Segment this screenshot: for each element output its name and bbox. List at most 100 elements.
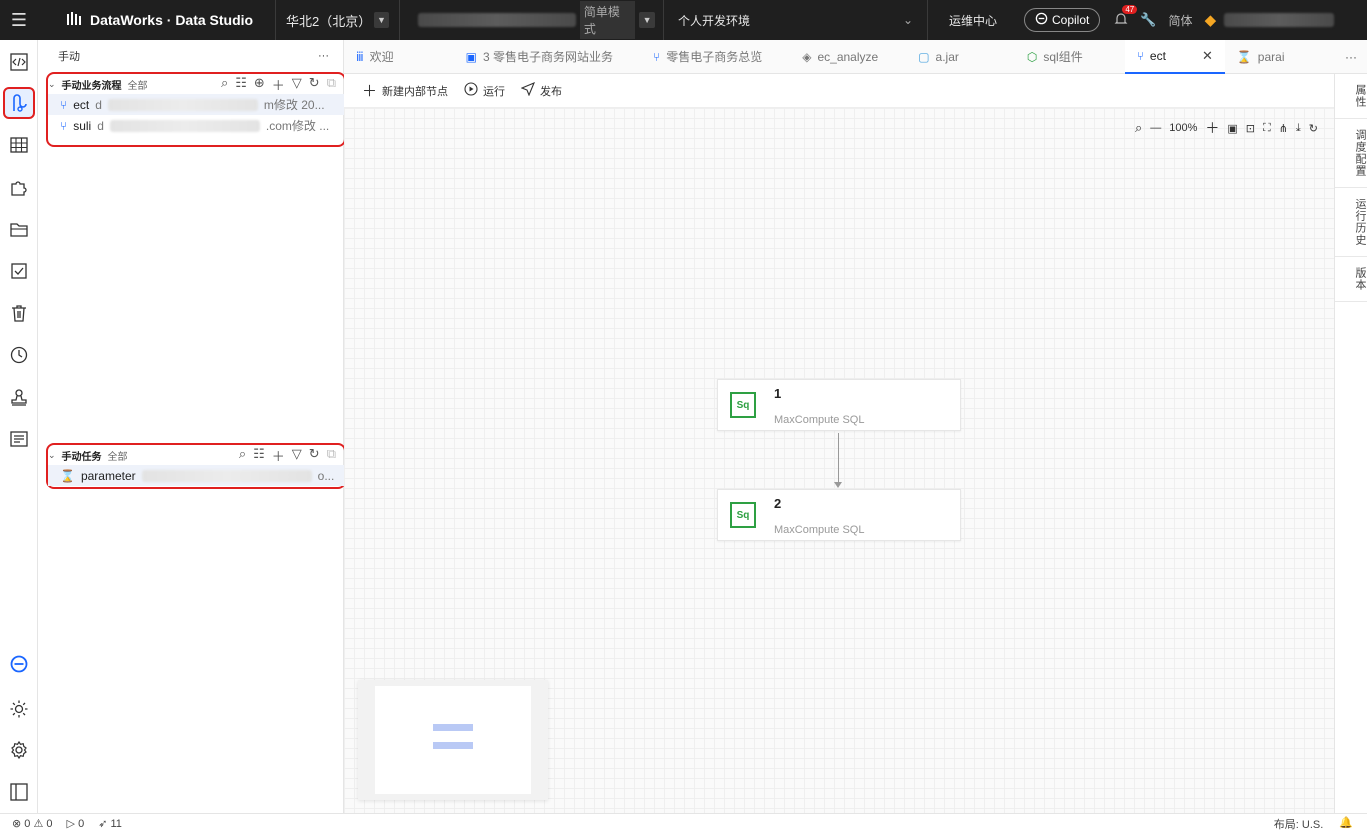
more-tabs-icon[interactable]: ··· [1345,50,1367,64]
manual-workflow-icon[interactable] [3,87,35,119]
environment-selector[interactable]: 个人开发环境 ⌄ [664,0,928,40]
workflow-node[interactable]: Sq 2 MaxCompute SQL [717,489,961,541]
tab-label: ec_analyze [817,49,879,64]
diamond-icon[interactable]: ◆ [1205,11,1217,29]
section-header[interactable]: ⌄ 手动业务流程 全部 ⌕ ☷ ⊕ ＋ ▽ ↻ ⧉ [48,74,344,94]
workflow-node[interactable]: Sq 1 MaxCompute SQL [717,379,961,431]
copilot-icon [1035,12,1048,28]
version-tab[interactable]: 版本 [1335,257,1367,302]
collapse-panel-icon[interactable] [7,780,31,804]
collapse-all-icon[interactable]: ⧉ [327,446,336,465]
new-internal-node-button[interactable]: ＋ 新建内部节点 [362,80,448,101]
locate-icon[interactable]: ⊕ [254,75,265,94]
zoom-out-icon[interactable]: — [1150,122,1161,134]
chevron-down-icon: ▼ [373,12,389,28]
publish-count: 11 [110,818,122,830]
chevron-down-icon: ⌄ [902,13,913,27]
add-icon[interactable]: ＋ [272,75,285,94]
tree-item[interactable]: ⑂ ect d m修改 20... [48,94,344,115]
code-icon[interactable] [7,50,31,74]
refresh-icon[interactable]: ↻ [309,75,320,94]
minimap-node [433,742,473,749]
trash-icon[interactable] [7,301,31,325]
tab-parameter[interactable]: ⌛ parai [1225,40,1297,74]
tree-item[interactable]: ⑂ suli d .com修改 ... [48,115,344,136]
run-button[interactable]: 运行 [464,82,505,99]
search-icon[interactable]: ⌕ [239,446,246,465]
filter-icon[interactable]: ▽ [292,446,302,465]
sun-icon[interactable] [7,697,31,721]
tab-welcome[interactable]: ⅲ 欢迎 [344,40,406,74]
gear-icon[interactable] [7,738,31,762]
section-title: 手动业务流程 [61,80,122,92]
chevron-down-icon[interactable]: ⌄ [48,450,56,461]
tab-retail-overview[interactable]: ⑂ 零售电子商务总览 [625,40,774,74]
close-icon[interactable]: ✕ [1202,48,1213,64]
auto-layout-icon[interactable]: ⋔ [1279,122,1288,135]
tree-item[interactable]: ⌛ parameter o... [48,465,344,486]
mode-label: 简单模式 [579,1,636,39]
parameter-icon: ⌛ [1236,49,1252,64]
collapse-all-icon[interactable]: ⧉ [327,75,336,94]
fullscreen-icon[interactable]: ⛶ [1263,122,1271,135]
tab-a-jar[interactable]: ▢ a.jar [890,40,971,74]
form-icon[interactable] [7,427,31,451]
section-title: 手动任务 [61,451,102,463]
run-history-tab[interactable]: 运行历史 [1335,188,1367,257]
section-filter[interactable]: 全部 [128,77,148,92]
keyboard-layout[interactable]: 布局: U.S. [1274,816,1324,832]
download-icon[interactable]: ⤓ [1296,122,1301,135]
tab-sql-component[interactable]: ⬡ sql组件 [971,40,1095,74]
stamp-icon[interactable] [7,385,31,409]
publish-button[interactable]: 发布 [520,81,562,99]
copilot-button[interactable]: Copilot [1024,8,1101,32]
redacted-owner [141,469,312,482]
search-icon[interactable]: ⌕ [221,75,228,94]
fit-view-icon[interactable]: ⊡ [1246,122,1255,135]
region-selector[interactable]: 华北2（北京） ▼ [276,0,400,40]
redacted-owner [109,119,260,132]
account-name-redacted[interactable] [1224,13,1335,27]
search-icon[interactable]: ⌕ [1135,120,1142,136]
ops-center-link[interactable]: 运维中心 [928,12,1018,29]
workspace-selector[interactable]: 简单模式 ▼ [400,0,664,40]
notification-bell-icon[interactable]: 47 [1114,4,1138,29]
run-indicator[interactable]: ▷ 0 [67,817,85,830]
component-icon[interactable] [7,175,31,199]
section-header[interactable]: ⌄ 手动任务 全部 ⌕ ☷ ＋ ▽ ↻ ⧉ [48,445,344,465]
clock-icon[interactable] [7,343,31,367]
more-options-icon[interactable]: ··· [318,50,329,62]
maxcompute-sql-icon: Sq [730,392,756,418]
product-brand[interactable]: DataWorks · Data Studio [38,0,276,40]
tab-ect[interactable]: ⑂ ect ✕ [1124,39,1225,74]
publish-indicator[interactable]: ➶ 11 [98,817,122,830]
folder-icon[interactable] [7,217,31,241]
tab-ec-analyze[interactable]: ◈ ec_analyze [774,40,890,74]
refresh-icon[interactable]: ↻ [1309,122,1318,135]
play-icon [464,82,478,99]
wrench-icon[interactable]: 🔧 [1140,12,1156,28]
zoom-in-icon[interactable]: ＋ [1205,118,1219,138]
schedule-config-tab[interactable]: 调度配置 [1335,119,1367,188]
section-filter[interactable]: 全部 [108,448,128,463]
add-icon[interactable]: ＋ [272,446,285,465]
notification-bell-icon[interactable]: 🔔 [1339,816,1353,832]
chevron-down-icon[interactable]: ⌄ [48,79,56,90]
copilot-sidebar-icon[interactable] [7,652,31,676]
filter-icon[interactable]: ▽ [292,75,302,94]
problems-indicator[interactable]: ⊗ 0 ⚠ 0 [12,817,53,830]
tab-retail-business[interactable]: ▣ 3 零售电子商务网站业务 [406,40,625,74]
actual-size-icon[interactable]: ▣ [1227,122,1237,135]
workflow-name: suli [73,118,92,133]
refresh-icon[interactable]: ↻ [309,446,320,465]
language-switch[interactable]: 简体 [1169,12,1193,29]
properties-tab[interactable]: 属性 [1335,74,1367,119]
minimap[interactable] [358,680,548,800]
task-check-icon[interactable] [7,259,31,283]
workflow-canvas[interactable]: ⌕ — 100% ＋ ▣ ⊡ ⛶ ⋔ ⤓ ↻ Sq 1 MaxCompute S… [344,108,1334,813]
filter-list-icon[interactable]: ☷ [235,75,247,94]
table-icon[interactable] [7,133,31,157]
tab-label: 零售电子商务总览 [666,50,763,64]
hamburger-menu-icon[interactable]: ☰ [0,0,38,40]
filter-list-icon[interactable]: ☷ [253,446,265,465]
